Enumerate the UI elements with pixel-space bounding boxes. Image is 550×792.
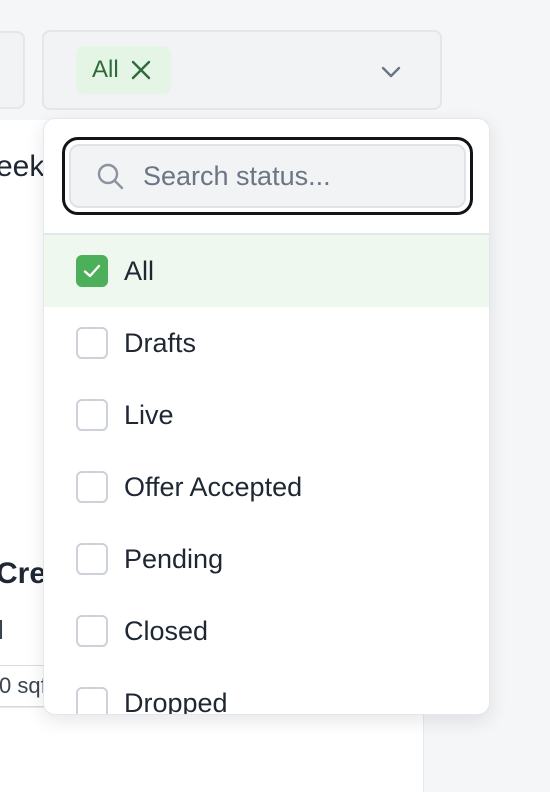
status-option-drafts[interactable]: Drafts <box>44 307 489 379</box>
search-field-focus-ring <box>62 137 473 215</box>
background-title-fragment: Cre <box>0 557 47 590</box>
status-option-label: Pending <box>124 543 224 574</box>
selected-status-tag: All <box>76 46 171 94</box>
checkbox[interactable] <box>76 543 108 575</box>
checkbox[interactable] <box>76 615 108 647</box>
search-field <box>69 144 466 208</box>
selected-status-tag-label: All <box>92 56 119 83</box>
chevron-down-icon[interactable] <box>378 59 404 85</box>
background-text-fragment: l <box>0 615 4 645</box>
page: eek Cre l 0 sqft All Search status... Al… <box>0 0 550 792</box>
status-option-pending[interactable]: Pending <box>44 523 489 595</box>
search-icon <box>95 161 125 191</box>
status-option-label: Offer Accepted <box>124 471 303 502</box>
status-option-label: All <box>124 255 155 286</box>
status-options-list: All Drafts Live Offer Accepted Pending C… <box>44 235 489 715</box>
status-option-live[interactable]: Live <box>44 379 489 451</box>
status-filter-select[interactable]: All <box>42 30 442 110</box>
status-option-closed[interactable]: Closed <box>44 595 489 667</box>
checkbox[interactable] <box>76 399 108 431</box>
background-heading-fragment: eek <box>0 150 45 183</box>
status-option-label: Closed <box>124 615 209 646</box>
search-status-input[interactable] <box>143 160 443 192</box>
adjacent-filter-select[interactable] <box>0 31 25 109</box>
status-option-offer-accepted[interactable]: Offer Accepted <box>44 451 489 523</box>
status-option-label: Live <box>124 399 174 430</box>
status-option-dropped[interactable]: Dropped <box>44 667 489 715</box>
checkbox[interactable] <box>76 327 108 359</box>
checkbox[interactable] <box>76 687 108 714</box>
status-option-label: Dropped <box>124 687 228 715</box>
checkbox[interactable] <box>76 471 108 503</box>
status-option-label: Drafts <box>124 327 197 358</box>
checkmark-icon <box>83 264 101 278</box>
status-dropdown-panel: All Drafts Live Offer Accepted Pending C… <box>43 118 490 715</box>
checkbox-checked[interactable] <box>76 255 108 287</box>
close-icon[interactable] <box>129 58 153 82</box>
status-option-all[interactable]: All <box>44 235 489 307</box>
